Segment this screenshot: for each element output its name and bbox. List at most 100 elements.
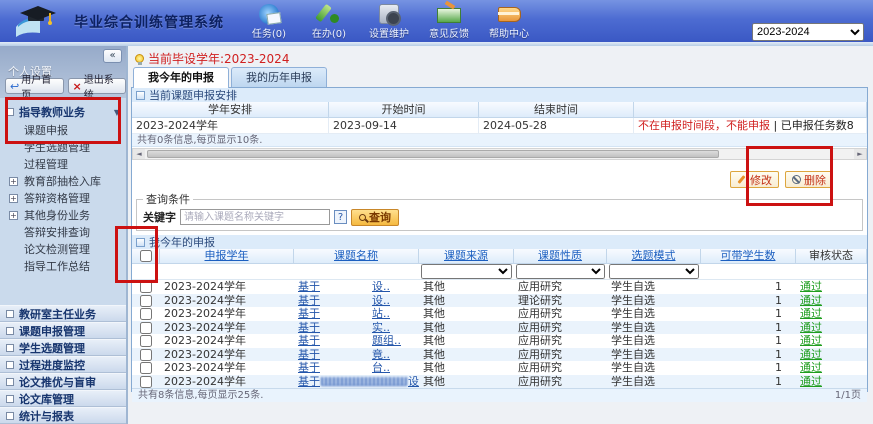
sort-topic-source[interactable]: 课题来源 <box>444 249 488 262</box>
tab-history[interactable]: 我的历年申报 <box>231 67 327 88</box>
row-checkbox[interactable] <box>140 349 152 361</box>
table-row: 2023-2024学年 基于设.. 其他 应用研究 学生自选 1 通过 <box>132 280 867 294</box>
feedback-icon <box>436 2 462 24</box>
tab-panel: 当前课题申报安排 学年安排 开始时间 结束时间 2023-2024学年 2023… <box>131 87 868 392</box>
schedule-footer: 共有0条信息,每页显示10条. <box>132 134 867 147</box>
table-row: 2023-2024学年 基于竟.. 其他 应用研究 学生自选 1 通过 <box>132 348 867 362</box>
row-checkbox[interactable] <box>140 281 152 293</box>
sort-declare-year[interactable]: 申报学年 <box>205 249 249 262</box>
tab-this-year[interactable]: 我今年的申报 <box>133 67 229 88</box>
sidebar-item-defense-qualification[interactable]: +答辩资格管理 <box>0 190 126 207</box>
select-all-checkbox[interactable] <box>140 250 152 262</box>
row-checkbox[interactable] <box>140 362 152 374</box>
current-year-banner: 当前毕设学年:2023-2024 <box>131 46 868 66</box>
sidebar-item-student-topic[interactable]: 学生选题管理 <box>0 139 126 156</box>
sidebar-collapse-button[interactable]: « <box>103 49 122 63</box>
status-pass-link[interactable]: 通过 <box>800 375 822 388</box>
filter-row <box>132 264 867 280</box>
edit-button[interactable]: 修改 <box>730 171 779 188</box>
declare-header-row: 申报学年 课题名称 课题来源 课题性质 选题模式 可带学生数 审核状态 <box>132 249 867 264</box>
topic-name-link[interactable]: 基于设.. <box>294 375 419 389</box>
status-pass-link[interactable]: 通过 <box>800 307 822 320</box>
scroll-right-arrow[interactable]: ► <box>854 149 866 159</box>
academic-year-select[interactable]: 2023-2024 <box>752 23 864 41</box>
accordion-student-topic-mgmt[interactable]: 学生选题管理 <box>0 339 126 356</box>
sidebar-item-defense-schedule[interactable]: 答辩安排查询 <box>0 224 126 241</box>
expand-plus-icon[interactable]: + <box>9 194 18 203</box>
row-checkbox[interactable] <box>140 308 152 320</box>
sidebar-item-moe-sampling[interactable]: +教育部抽检入库 <box>0 173 126 190</box>
logout-button[interactable]: ×退出系统 <box>68 78 127 94</box>
nav-help-center[interactable]: 帮助中心 <box>483 2 535 40</box>
delete-button[interactable]: 删除 <box>785 171 833 188</box>
footer-page-indicator: 1/1页 <box>835 389 861 402</box>
header-audit-status: 审核状态 <box>796 249 867 264</box>
sidebar-item-thesis-check[interactable]: 论文检测管理 <box>0 241 126 258</box>
row-checkbox[interactable] <box>140 376 152 388</box>
chevron-down-icon: ▼ <box>114 108 120 117</box>
sidebar-item-other-identity[interactable]: +其他身份业务 <box>0 207 126 224</box>
sidebar-section-teacher-business[interactable]: 指导教师业务 ▼ <box>0 102 126 122</box>
accordion-statistics-reports[interactable]: 统计与报表 <box>0 407 126 424</box>
settings-icon <box>379 4 399 24</box>
topic-name-link[interactable]: 基于站.. <box>294 307 419 321</box>
nav-feedback[interactable]: 意见反馈 <box>423 2 475 40</box>
expand-plus-icon[interactable]: + <box>9 177 18 186</box>
expand-plus-icon[interactable]: + <box>9 211 18 220</box>
topic-name-link[interactable]: 基于题组.. <box>294 334 419 348</box>
sidebar-item-process-mgmt[interactable]: 过程管理 <box>0 156 126 173</box>
topic-name-link[interactable]: 基于设.. <box>294 280 419 294</box>
status-pass-link[interactable]: 通过 <box>800 348 822 361</box>
sidebar-accordion-group: 教研室主任业务 课题申报管理 学生选题管理 过程进度监控 论文推优与盲审 论文库… <box>0 305 126 424</box>
keyword-input[interactable] <box>180 209 330 225</box>
bulb-icon <box>135 54 144 63</box>
accordion-thesis-library[interactable]: 论文库管理 <box>0 390 126 407</box>
sort-topic-name[interactable]: 课题名称 <box>334 249 378 262</box>
status-pass-link[interactable]: 通过 <box>800 294 822 307</box>
search-button[interactable]: 查询 <box>351 209 399 226</box>
nav-in-progress[interactable]: 在办(0) <box>303 2 355 40</box>
schedule-data-row: 2023-2024学年 2023-09-14 2024-05-28 不在申报时间… <box>132 118 867 134</box>
sort-student-count[interactable]: 可带学生数 <box>721 249 776 262</box>
nav-tasks[interactable]: 任务(0) <box>243 2 295 40</box>
status-pass-link[interactable]: 通过 <box>800 321 822 334</box>
scrollbar-thumb[interactable] <box>147 150 719 158</box>
group-icon <box>136 238 145 247</box>
row-checkbox[interactable] <box>140 295 152 307</box>
sort-topic-nature[interactable]: 课题性质 <box>538 249 582 262</box>
status-pass-link[interactable]: 通过 <box>800 361 822 374</box>
graduation-cap-logo <box>14 3 58 39</box>
topic-name-link[interactable]: 基于设.. <box>294 294 419 308</box>
sidebar: « 个人设置 ↩用户首页 ×退出系统 指导教师业务 ▼ 课题申报 学生选题管理 … <box>0 46 128 424</box>
accordion-thesis-review[interactable]: 论文推优与盲审 <box>0 373 126 390</box>
return-icon: ↩ <box>10 80 19 93</box>
sidebar-item-topic-declare[interactable]: 课题申报 <box>0 122 126 139</box>
topic-name-link[interactable]: 基于实.. <box>294 321 419 335</box>
nav-settings[interactable]: 设置维护 <box>363 2 415 40</box>
accordion-topic-declare-mgmt[interactable]: 课题申报管理 <box>0 322 126 339</box>
status-pass-link[interactable]: 通过 <box>800 334 822 347</box>
footer-record-count: 共有8条信息,每页显示25条. <box>138 389 263 402</box>
sidebar-user-panel: « 个人设置 ↩用户首页 ×退出系统 <box>0 46 126 98</box>
sidebar-item-guidance-summary[interactable]: 指导工作总结 <box>0 258 126 275</box>
sort-topic-mode[interactable]: 选题模式 <box>632 249 676 262</box>
accordion-process-monitor[interactable]: 过程进度监控 <box>0 356 126 373</box>
horizontal-scrollbar[interactable]: ◄ ► <box>132 148 867 160</box>
status-pass-link[interactable]: 通过 <box>800 280 822 293</box>
top-nav: 任务(0) 在办(0) 设置维护 意见反馈 帮助中心 <box>243 2 535 40</box>
logout-x-icon: × <box>73 80 82 93</box>
accordion-office-director[interactable]: 教研室主任业务 <box>0 305 126 322</box>
filter-topic-mode[interactable] <box>609 264 699 279</box>
user-home-button[interactable]: ↩用户首页 <box>5 78 64 94</box>
row-checkbox[interactable] <box>140 335 152 347</box>
topic-name-link[interactable]: 基于台.. <box>294 361 419 375</box>
schedule-header-row: 学年安排 开始时间 结束时间 <box>132 102 867 118</box>
row-checkbox[interactable] <box>140 322 152 334</box>
filter-topic-nature[interactable] <box>516 264 605 279</box>
topic-name-link[interactable]: 基于竟.. <box>294 348 419 362</box>
scroll-left-arrow[interactable]: ◄ <box>133 149 145 159</box>
filter-topic-source[interactable] <box>421 264 512 279</box>
table-row: 2023-2024学年 基于设.. 其他 应用研究 学生自选 1 通过 <box>132 375 867 389</box>
main-content: 当前毕设学年:2023-2024 我今年的申报 我的历年申报 当前课题申报安排 … <box>131 46 868 424</box>
help-icon[interactable]: ? <box>334 210 347 224</box>
